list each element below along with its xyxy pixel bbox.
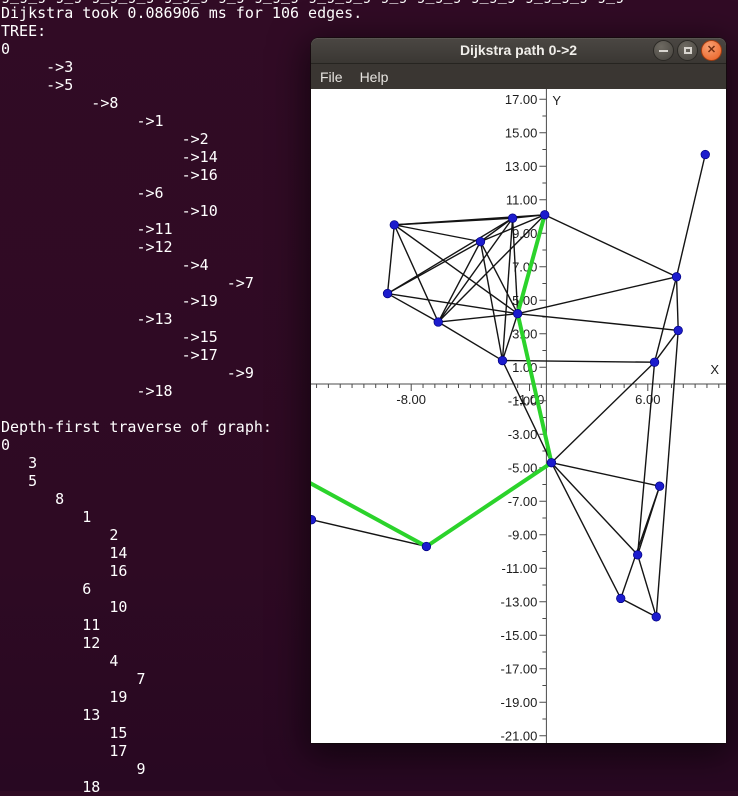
graph-edge	[394, 225, 517, 314]
graph-edge	[551, 463, 637, 555]
y-tick-label: 17.00	[505, 92, 538, 107]
maximize-icon	[684, 47, 692, 54]
graph-node	[547, 458, 556, 467]
minimize-icon	[659, 50, 668, 52]
graph-node	[383, 289, 392, 298]
graph-edge	[388, 218, 513, 293]
graph-edge	[656, 330, 678, 616]
graph-node	[434, 318, 443, 327]
y-tick-label: -15.00	[501, 628, 538, 643]
maximize-button[interactable]	[677, 40, 698, 61]
y-tick-label: 13.00	[505, 159, 538, 174]
y-tick-label: -21.00	[501, 728, 538, 743]
graph-edge	[388, 225, 395, 294]
graph-node	[650, 358, 659, 367]
graph-node	[672, 273, 681, 282]
y-tick-label: -9.00	[508, 527, 538, 542]
y-tick-label: 9.00	[512, 226, 537, 241]
plot-area[interactable]: -8.00-1.006.0017.0015.0013.0011.009.007.…	[311, 89, 726, 743]
y-tick-label: 15.00	[505, 125, 538, 140]
graph-node	[390, 221, 399, 230]
graph-edge	[438, 322, 502, 361]
graph-node	[616, 594, 625, 603]
graph-edge	[502, 361, 551, 463]
graph-node	[476, 237, 485, 246]
window-controls: ✕	[653, 40, 722, 61]
window-titlebar[interactable]: Dijkstra path 0->2 ✕	[311, 38, 726, 64]
menu-bar: File Help	[311, 64, 726, 89]
dijkstra-window: Dijkstra path 0->2 ✕ File Help -8.00 -1.0…	[311, 38, 726, 743]
graph-edge	[480, 242, 517, 314]
x-axis-name: X	[710, 362, 719, 377]
graph-edge	[518, 277, 677, 314]
y-tick-label: -13.00	[501, 594, 538, 609]
graph-node	[652, 613, 661, 622]
graph-edge	[394, 215, 544, 225]
close-button[interactable]: ✕	[701, 40, 722, 61]
y-tick-label: -3.00	[508, 427, 538, 442]
graph-node	[674, 326, 683, 335]
menu-file[interactable]: File	[318, 69, 345, 85]
graph-node	[422, 542, 431, 551]
graph-edge	[394, 225, 480, 242]
y-tick-label: 1.00	[512, 360, 537, 375]
graph-edge	[388, 294, 518, 314]
graph-node	[701, 150, 710, 159]
close-icon: ✕	[707, 45, 716, 56]
graph-edge	[638, 555, 657, 617]
graph-node	[540, 211, 549, 220]
y-tick-label: -7.00	[508, 494, 538, 509]
graph-node	[508, 214, 517, 223]
menu-help[interactable]: Help	[358, 69, 391, 85]
graph-edge	[311, 520, 426, 547]
y-tick-label: -19.00	[501, 695, 538, 710]
graph-edge	[551, 463, 659, 486]
graph-edge	[551, 362, 654, 463]
graph-edge	[518, 314, 679, 331]
y-axis-name: Y	[552, 93, 561, 108]
screen: { "terminal": { "bg": "#2f0b24", "fg": "…	[0, 0, 738, 791]
graph-node	[633, 551, 642, 560]
graph-edge	[545, 215, 677, 277]
x-tick-label: 6.00	[635, 392, 660, 407]
graph-node	[498, 356, 507, 365]
graph-node	[513, 309, 522, 318]
graph-canvas: -8.00-1.006.0017.0015.0013.0011.009.007.…	[311, 89, 726, 743]
graph-edge	[677, 155, 706, 277]
y-tick-label: -17.00	[501, 661, 538, 676]
graph-edge	[551, 463, 620, 599]
graph-edge	[394, 225, 438, 322]
graph-node	[311, 515, 316, 524]
minimize-button[interactable]	[653, 40, 674, 61]
graph-edge	[655, 277, 677, 362]
y-tick-label: 11.00	[506, 192, 538, 207]
graph-edge	[502, 218, 512, 360]
y-tick-label: -11.00	[501, 561, 537, 576]
graph-edge	[677, 277, 679, 331]
graph-node	[655, 482, 664, 491]
y-tick-label: -1.00	[508, 393, 538, 408]
x-tick-label: -8.00	[396, 392, 426, 407]
